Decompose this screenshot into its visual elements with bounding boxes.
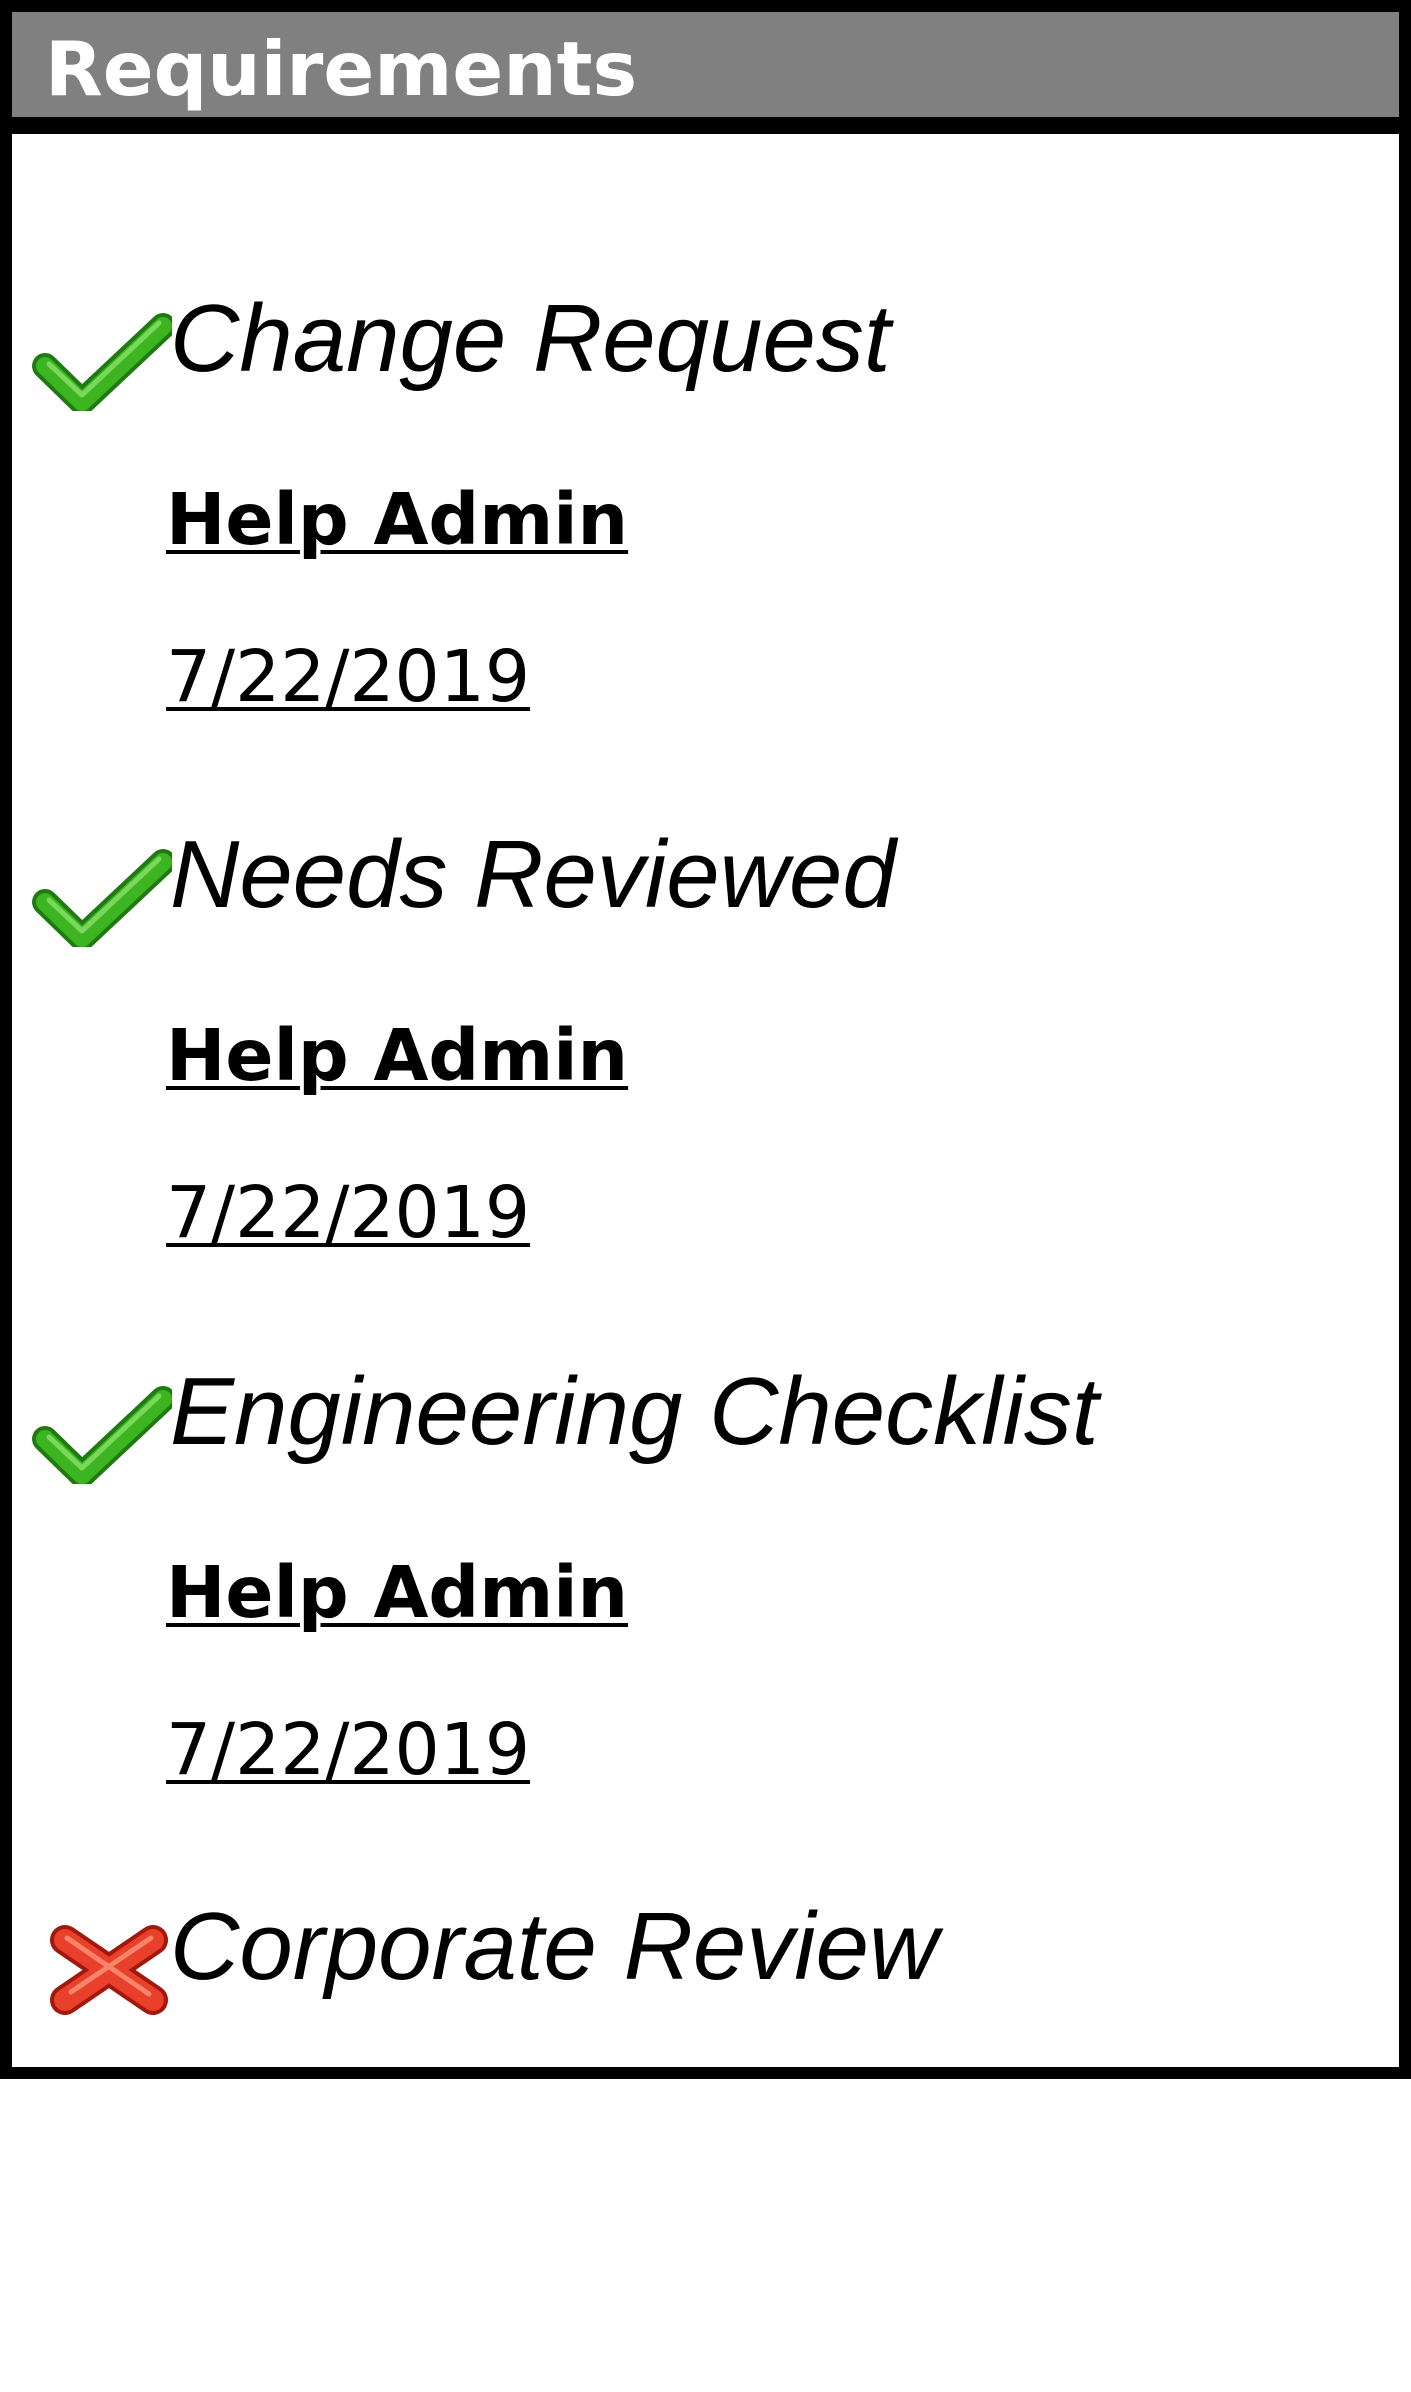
requirement-item: Engineering Checklist Help Admin 7/22/20… <box>12 1357 1399 1857</box>
requirement-user-link[interactable]: Help Admin <box>166 1015 628 1097</box>
requirements-list: Change Request Help Admin 7/22/2019 Need… <box>12 12 1399 2067</box>
requirement-item: Change Request Help Admin 7/22/2019 <box>12 284 1399 784</box>
check-icon <box>27 842 172 947</box>
requirement-date-link[interactable]: 7/22/2019 <box>166 1709 530 1791</box>
requirement-item: Corporate Review <box>12 1892 1399 2392</box>
check-icon <box>27 306 172 411</box>
requirement-name: Needs Reviewed <box>170 821 896 928</box>
check-icon <box>27 1379 172 1484</box>
requirements-panel: Requirements Change Request Help Admin 7… <box>0 0 1411 2079</box>
requirement-name: Corporate Review <box>170 1893 939 2000</box>
requirement-user-link[interactable]: Help Admin <box>166 479 628 561</box>
requirement-date-link[interactable]: 7/22/2019 <box>166 1172 530 1254</box>
cross-icon <box>27 1914 172 2019</box>
requirement-name: Change Request <box>170 285 891 392</box>
requirement-item: Needs Reviewed Help Admin 7/22/2019 <box>12 820 1399 1320</box>
requirement-name: Engineering Checklist <box>170 1358 1099 1465</box>
requirement-user-link[interactable]: Help Admin <box>166 1552 628 1634</box>
requirement-date-link[interactable]: 7/22/2019 <box>166 636 530 718</box>
